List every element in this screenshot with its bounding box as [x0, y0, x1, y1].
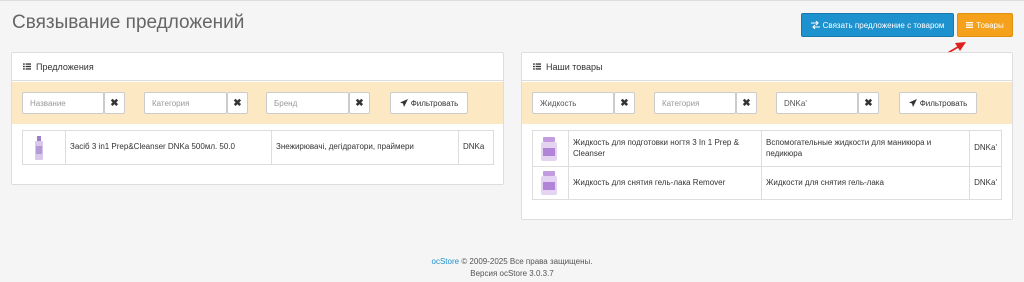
list-icon — [966, 22, 974, 28]
bottle-thumbnail — [35, 135, 43, 160]
product-brand-input[interactable]: DNKa' — [776, 92, 858, 114]
product-thumbnail-cell — [22, 130, 66, 165]
jar-thumbnail — [541, 171, 557, 195]
offer-name-input[interactable]: Название — [22, 92, 104, 114]
products-panel: Наши товары Жидкость ✖ Категория ✖ DNKa'… — [521, 52, 1013, 220]
offers-filter-label: Фильтровать — [410, 98, 459, 108]
clear-name-button[interactable]: ✖ — [614, 92, 635, 114]
offers-filter-button[interactable]: Фильтровать — [390, 92, 468, 114]
jar-thumbnail — [541, 136, 557, 161]
copyright-text: © 2009-2025 Все права защищены. — [461, 257, 593, 266]
clear-brand-button[interactable]: ✖ — [858, 92, 879, 114]
close-icon: ✖ — [355, 97, 364, 109]
product-category-input[interactable]: Категория — [654, 92, 736, 114]
table-row[interactable]: Жидкость для подготовки ногтя 3 In 1 Pre… — [532, 130, 1002, 167]
products-panel-heading: Наши товары — [522, 53, 1012, 81]
table-row[interactable]: Жидкость для снятия гель-лака Remover Жи… — [532, 166, 1002, 200]
product-category-cell: Жидкости для снятия гель-лака — [760, 166, 971, 200]
clear-name-button[interactable]: ✖ — [104, 92, 125, 114]
product-brand-cell: DNKa' — [969, 166, 1002, 200]
table-row[interactable]: Засіб 3 in1 Prep&Cleanser DNKa 500мл. 50… — [22, 130, 494, 165]
link-offer-label: Связать предложение с товаром — [822, 20, 945, 30]
close-icon: ✖ — [742, 97, 751, 109]
list-icon — [533, 63, 541, 70]
products-panel-title: Наши товары — [546, 61, 603, 72]
products-label: Товары — [976, 20, 1004, 30]
product-category-cell: Вспомогательные жидкости для маникюра и … — [760, 130, 971, 167]
footer-version: Версия ocStore 3.0.3.7 — [470, 269, 554, 278]
list-icon — [23, 63, 31, 70]
products-filter-label: Фильтровать — [919, 98, 968, 108]
products-button[interactable]: Товары — [957, 13, 1013, 37]
paper-plane-icon — [908, 99, 917, 107]
offers-panel: Предложения Название ✖ Категория ✖ Бренд… — [11, 52, 504, 185]
product-name-cell: Жидкость для снятия гель-лака Remover — [567, 166, 763, 200]
product-name-cell: Жидкость для подготовки ногтя 3 In 1 Pre… — [567, 130, 763, 167]
product-name-input[interactable]: Жидкость — [532, 92, 614, 114]
paper-plane-icon — [399, 99, 408, 107]
offers-panel-title: Предложения — [36, 61, 94, 72]
product-brand-cell: DNKa' — [969, 130, 1002, 167]
offers-table: Засіб 3 in1 Prep&Cleanser DNKa 500мл. 50… — [22, 130, 494, 165]
page-title: Связывание предложений — [12, 12, 245, 33]
products-filter-bar: Жидкость ✖ Категория ✖ DNKa' ✖ Фильтрова… — [522, 82, 1012, 124]
ocstore-link[interactable]: ocStore — [432, 257, 460, 266]
products-table: Жидкость для подготовки ногтя 3 In 1 Pre… — [532, 130, 1002, 200]
offers-filter-bar: Название ✖ Категория ✖ Бренд ✖ Фильтрова… — [12, 82, 503, 124]
link-offer-button[interactable]: Связать предложение с товаром — [801, 13, 954, 37]
offer-category-input[interactable]: Категория — [144, 92, 227, 114]
clear-brand-button[interactable]: ✖ — [349, 92, 370, 114]
offers-panel-heading: Предложения — [12, 53, 503, 81]
close-icon: ✖ — [110, 97, 119, 109]
close-icon: ✖ — [864, 97, 873, 109]
close-icon: ✖ — [620, 97, 629, 109]
top-border — [0, 0, 1024, 1]
clear-category-button[interactable]: ✖ — [227, 92, 248, 114]
offer-name-cell: Засіб 3 in1 Prep&Cleanser DNKa 500мл. 50… — [65, 130, 272, 165]
exchange-icon — [810, 21, 820, 29]
close-icon: ✖ — [233, 97, 242, 109]
offer-brand-cell: DNKa — [458, 130, 494, 165]
products-filter-button[interactable]: Фильтровать — [899, 92, 977, 114]
product-thumbnail-cell — [532, 166, 569, 200]
footer-copyright: ocStore © 2009-2025 Все права защищены. — [0, 257, 1024, 266]
offer-brand-input[interactable]: Бренд — [266, 92, 349, 114]
offer-category-cell: Знежирювачі, дегідратори, праймери — [271, 130, 459, 165]
product-thumbnail-cell — [532, 130, 569, 167]
clear-category-button[interactable]: ✖ — [736, 92, 757, 114]
